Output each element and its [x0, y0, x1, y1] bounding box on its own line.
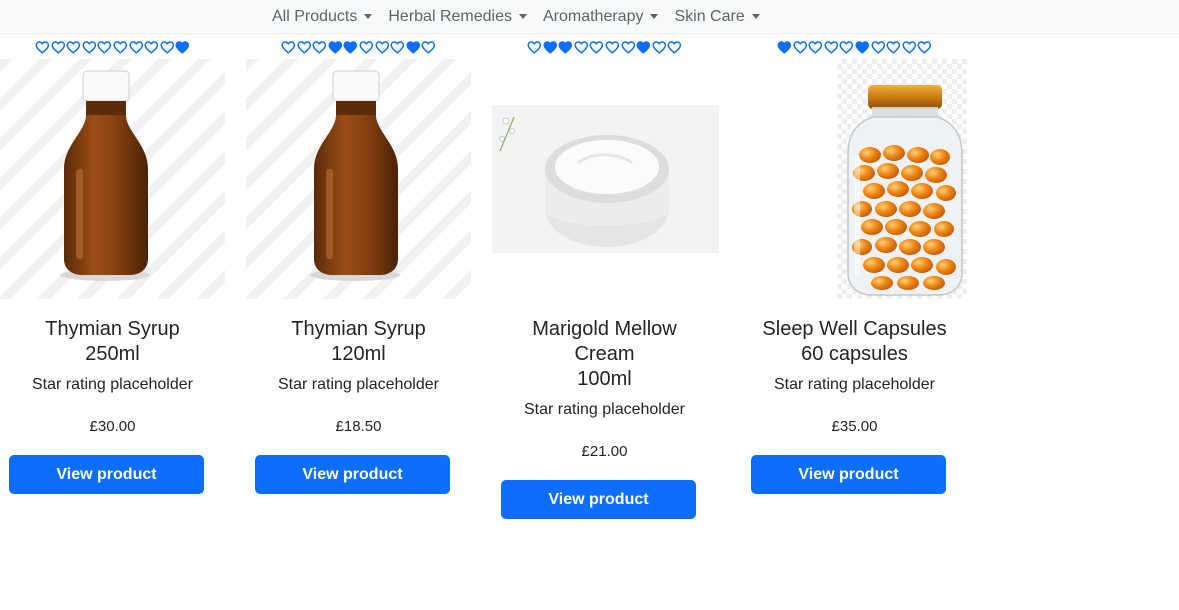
nav-item-label: Aromatherapy	[542, 7, 644, 25]
heart-outline-icon[interactable]	[97, 40, 112, 54]
heart-filled-icon[interactable]	[175, 40, 190, 54]
product-image	[0, 59, 225, 299]
view-product-button[interactable]: View product	[751, 455, 946, 494]
heart-outline-icon[interactable]	[129, 40, 144, 54]
product-price: £35.00	[831, 418, 878, 435]
product-price: £30.00	[89, 418, 136, 435]
heart-outline-icon[interactable]	[390, 40, 405, 54]
heart-outline-icon[interactable]	[312, 40, 327, 54]
heart-outline-icon[interactable]	[917, 40, 932, 54]
heart-outline-icon[interactable]	[605, 40, 620, 54]
heart-outline-icon[interactable]	[66, 40, 81, 54]
title-line: Sleep Well Capsules	[762, 318, 947, 340]
heart-outline-icon[interactable]	[886, 40, 901, 54]
nav-all-products-dropdown[interactable]: All Products	[272, 7, 373, 26]
title-line: Cream	[574, 343, 635, 365]
heart-filled-icon[interactable]	[558, 40, 573, 54]
top-navbar: All Products Herbal Remedies Aromatherap…	[0, 0, 1179, 34]
heart-outline-icon[interactable]	[652, 40, 667, 54]
heart-filled-icon[interactable]	[777, 40, 792, 54]
heart-rating	[246, 40, 471, 56]
heart-rating	[0, 40, 225, 56]
caret-down-icon	[650, 14, 659, 19]
heart-filled-icon[interactable]	[406, 40, 421, 54]
heart-filled-icon[interactable]	[343, 40, 358, 54]
nav-herbal-remedies-dropdown[interactable]: Herbal Remedies	[388, 8, 527, 26]
heart-outline-icon[interactable]	[359, 40, 374, 54]
view-product-button[interactable]: View product	[501, 480, 696, 519]
product-image	[742, 59, 967, 299]
heart-rating	[742, 40, 967, 56]
heart-outline-icon[interactable]	[839, 40, 854, 54]
product-title: Sleep Well Capsules 60 capsules	[722, 317, 987, 367]
heart-outline-icon[interactable]	[574, 40, 589, 54]
heart-outline-icon[interactable]	[824, 40, 839, 54]
rating-text: Star rating placeholder	[32, 376, 193, 393]
product-price: £18.50	[335, 418, 382, 435]
heart-outline-icon[interactable]	[808, 40, 823, 54]
heart-outline-icon[interactable]	[527, 40, 542, 54]
product-image	[492, 59, 719, 299]
heart-outline-icon[interactable]	[281, 40, 296, 54]
rating-text: Star rating placeholder	[278, 376, 439, 393]
product-title: Thymian Syrup 250ml	[0, 317, 245, 367]
view-product-button[interactable]: View product	[255, 455, 450, 494]
heart-outline-icon[interactable]	[871, 40, 886, 54]
heart-outline-icon[interactable]	[589, 40, 604, 54]
title-line: Thymian Syrup	[291, 318, 426, 340]
rating-text: Star rating placeholder	[524, 401, 685, 418]
title-line: 60 capsules	[801, 343, 908, 365]
caret-down-icon	[518, 14, 527, 19]
heart-outline-icon[interactable]	[375, 40, 390, 54]
title-line: 120ml	[331, 343, 386, 365]
heart-outline-icon[interactable]	[144, 40, 159, 54]
heart-outline-icon[interactable]	[82, 40, 97, 54]
heart-rating	[492, 40, 717, 56]
heart-outline-icon[interactable]	[35, 40, 50, 54]
heart-outline-icon[interactable]	[902, 40, 917, 54]
title-line: Marigold Mellow	[532, 318, 677, 340]
heart-filled-icon[interactable]	[636, 40, 651, 54]
heart-outline-icon[interactable]	[621, 40, 636, 54]
heart-outline-icon[interactable]	[793, 40, 808, 54]
heart-filled-icon[interactable]	[855, 40, 870, 54]
title-line: Thymian Syrup	[45, 318, 180, 340]
nav-aromatherapy-dropdown[interactable]: Aromatherapy	[543, 8, 659, 26]
nav-item-label: Herbal Remedies	[388, 7, 512, 25]
caret-down-icon	[751, 14, 760, 19]
heart-outline-icon[interactable]	[51, 40, 66, 54]
nav-skin-care-dropdown[interactable]: Skin Care	[674, 7, 760, 26]
nav-item-label: All Products	[272, 7, 358, 25]
heart-outline-icon[interactable]	[113, 40, 128, 54]
heart-outline-icon[interactable]	[297, 40, 312, 54]
view-product-button[interactable]: View product	[9, 455, 204, 494]
product-title: Marigold Mellow Cream 100ml	[472, 317, 737, 392]
heart-filled-icon[interactable]	[328, 40, 343, 54]
rating-text: Star rating placeholder	[774, 376, 935, 393]
product-price: £21.00	[581, 443, 628, 460]
title-line: 100ml	[577, 368, 632, 390]
title-line: 250ml	[85, 343, 140, 365]
nav-item-label: Skin Care	[674, 7, 745, 25]
heart-outline-icon[interactable]	[160, 40, 175, 54]
product-image	[246, 59, 471, 299]
heart-outline-icon[interactable]	[667, 40, 682, 54]
product-title: Thymian Syrup 120ml	[226, 317, 491, 367]
heart-filled-icon[interactable]	[543, 40, 558, 54]
heart-outline-icon[interactable]	[421, 40, 436, 54]
caret-down-icon	[364, 14, 373, 19]
